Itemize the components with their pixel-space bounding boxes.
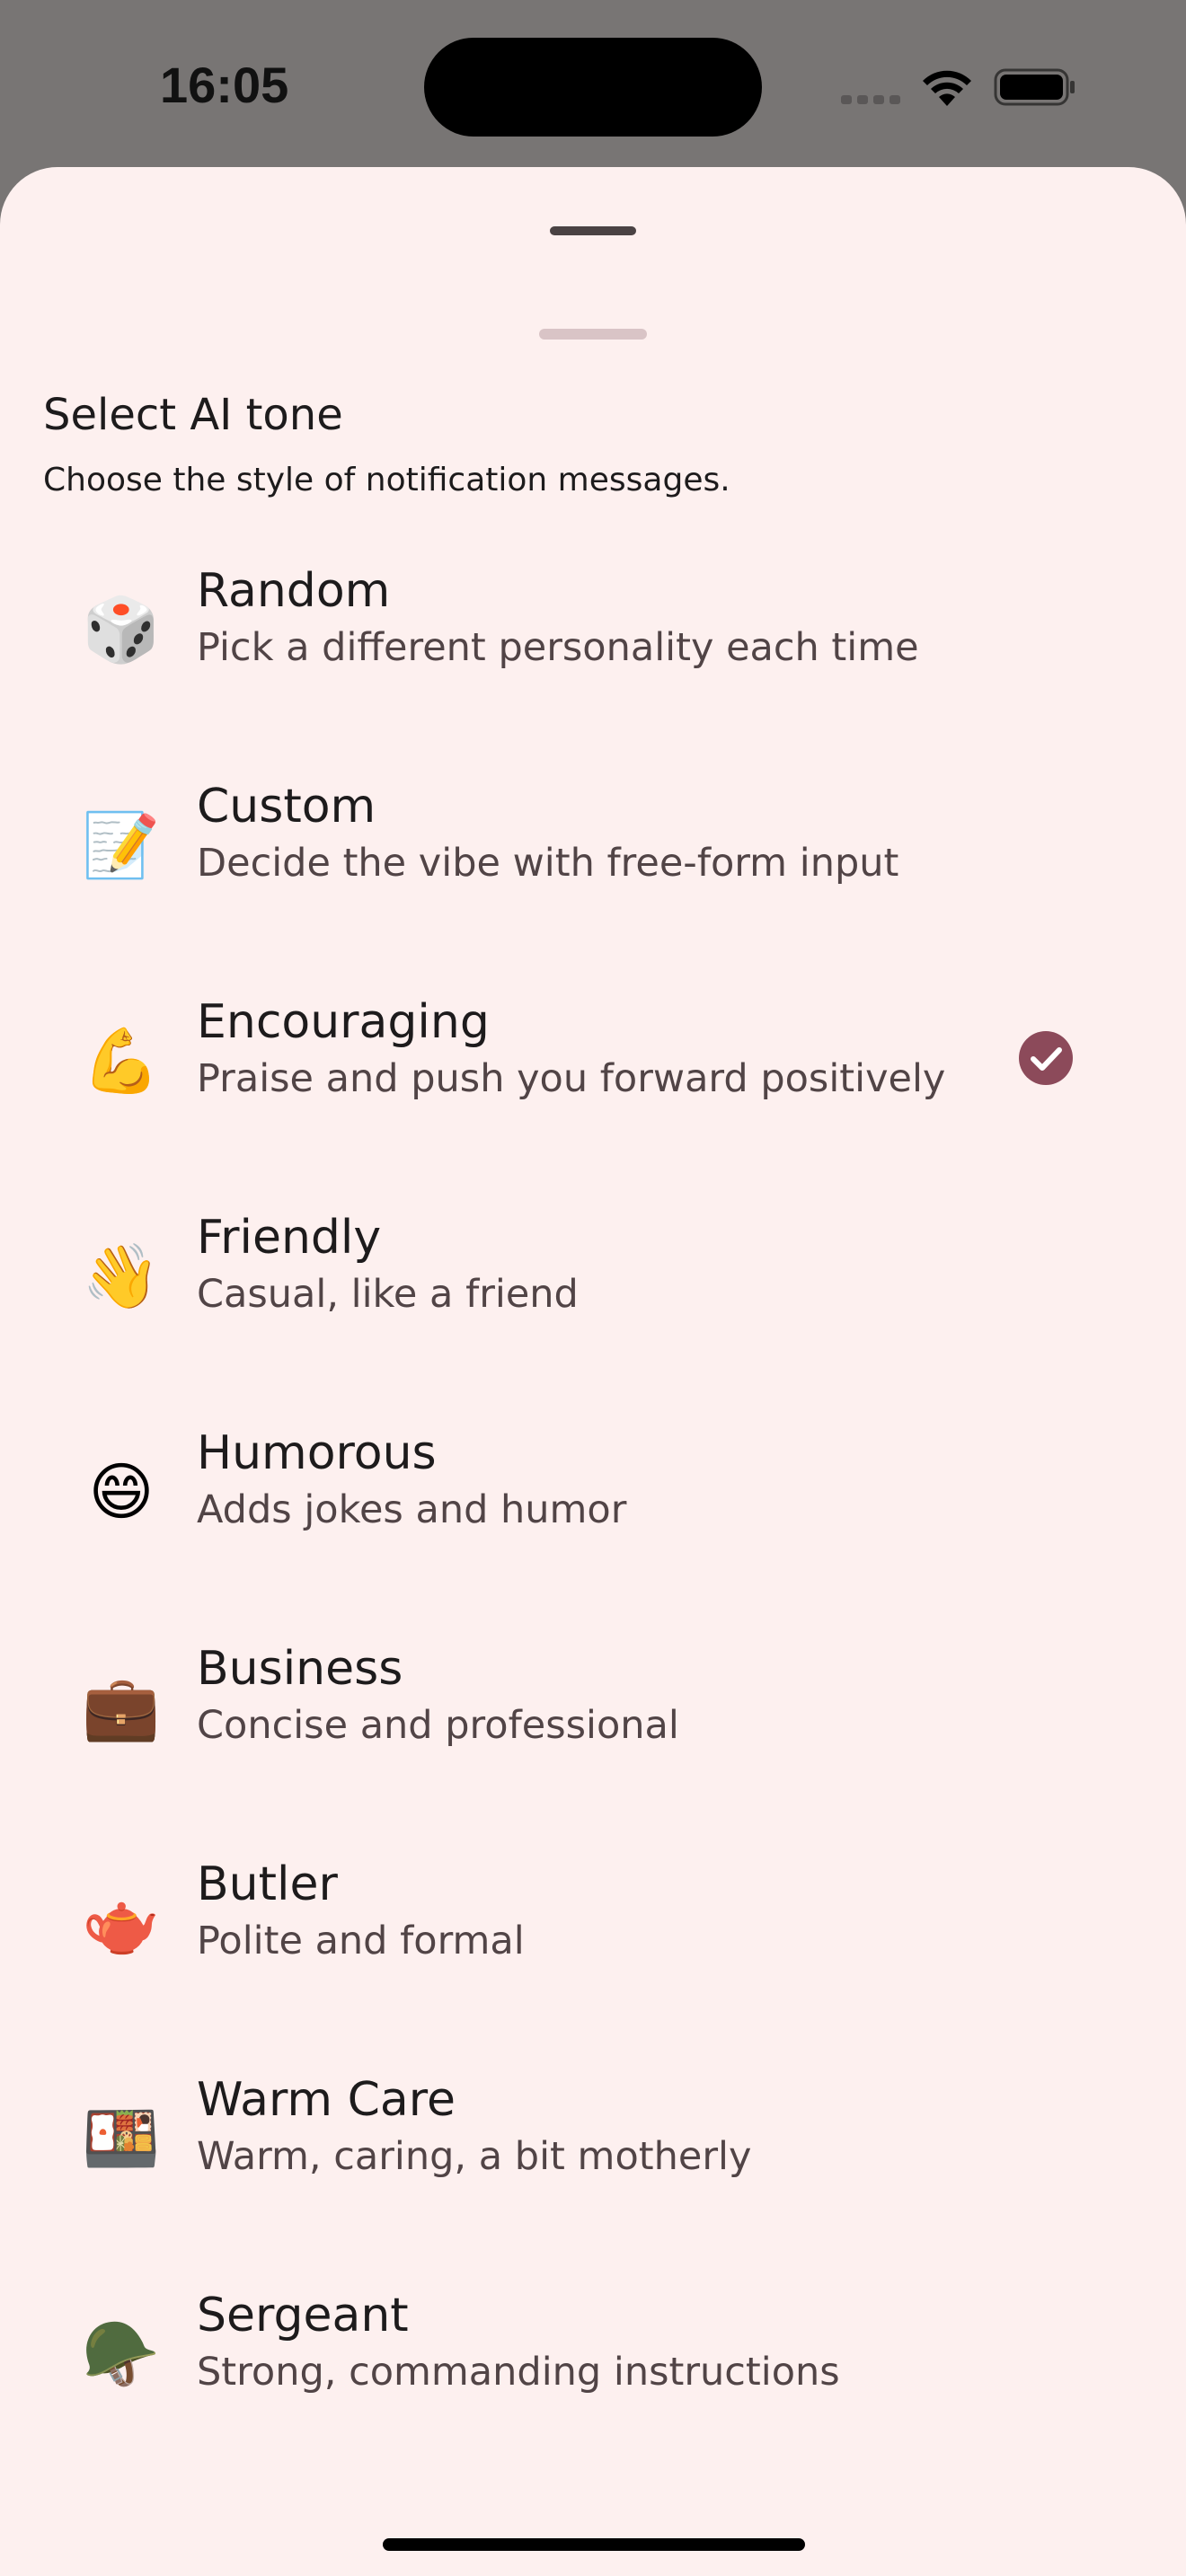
tone-name: Butler: [197, 1857, 338, 1911]
tone-name: Business: [197, 1642, 403, 1696]
tone-option-humorous[interactable]: 😄 Humorous Adds jokes and humor: [0, 1389, 1186, 1604]
tone-list: 🎲 Random Pick a different personality ea…: [0, 526, 1186, 2466]
tone-name: Warm Care: [197, 2073, 456, 2127]
tone-option-butler[interactable]: 🫖 Butler Polite and formal: [0, 1820, 1186, 2035]
tone-description: Decide the vibe with free-form input: [197, 841, 899, 886]
tone-description: Praise and push you forward positively: [197, 1056, 946, 1101]
status-bar: 16:05: [0, 0, 1186, 171]
tone-name: Humorous: [197, 1426, 437, 1480]
drag-handle[interactable]: [539, 329, 647, 340]
tone-description: Strong, commanding instructions: [197, 2350, 840, 2395]
tone-bottom-sheet: Select AI tone Choose the style of notif…: [0, 167, 1186, 2576]
tone-description: Concise and professional: [197, 1703, 679, 1748]
tone-option-warm-care[interactable]: 🍱 Warm Care Warm, caring, a bit motherly: [0, 2035, 1186, 2251]
battery-icon: [994, 68, 1075, 106]
tone-option-random[interactable]: 🎲 Random Pick a different personality ea…: [0, 526, 1186, 742]
tone-description: Casual, like a friend: [197, 1272, 579, 1317]
tone-option-custom[interactable]: 📝 Custom Decide the vibe with free-form …: [0, 742, 1186, 957]
sheet-subtitle: Choose the style of notification message…: [43, 462, 730, 498]
tone-option-business[interactable]: 💼 Business Concise and professional: [0, 1604, 1186, 1820]
tone-name: Custom: [197, 780, 376, 834]
grinning-face-icon: 😄: [88, 1455, 155, 1529]
teapot-icon: 🫖: [82, 1886, 161, 1960]
status-time: 16:05: [160, 57, 289, 113]
die-icon: 🎲: [82, 593, 161, 666]
waving-hand-icon: 👋: [82, 1239, 161, 1313]
tone-name: Random: [197, 564, 391, 618]
sheet-grabber[interactable]: [550, 226, 636, 235]
tone-name: Sergeant: [197, 2289, 409, 2342]
tone-option-encouraging[interactable]: 💪 Encouraging Praise and push you forwar…: [0, 957, 1186, 1173]
home-indicator[interactable]: [383, 2538, 805, 2551]
tone-description: Adds jokes and humor: [197, 1487, 627, 1532]
tone-description: Polite and formal: [197, 1919, 525, 1963]
tone-name: Friendly: [197, 1211, 382, 1265]
flexed-biceps-icon: 💪: [82, 1024, 161, 1098]
cellular-signal-icon: [841, 95, 900, 104]
tone-option-friendly[interactable]: 👋 Friendly Casual, like a friend: [0, 1173, 1186, 1389]
memo-icon: 📝: [82, 808, 161, 882]
bento-box-icon: 🍱: [82, 2102, 161, 2175]
sheet-title: Select AI tone: [43, 390, 343, 440]
selected-check-icon: [1019, 1031, 1073, 1085]
briefcase-icon: 💼: [82, 1671, 161, 1744]
dynamic-island: [424, 38, 762, 137]
wifi-icon: [923, 70, 971, 106]
tone-option-sergeant[interactable]: 🪖 Sergeant Strong, commanding instructio…: [0, 2251, 1186, 2466]
military-helmet-icon: 🪖: [82, 2317, 161, 2391]
tone-description: Pick a different personality each time: [197, 625, 919, 670]
tone-name: Encouraging: [197, 995, 490, 1049]
tone-description: Warm, caring, a bit motherly: [197, 2134, 752, 2179]
